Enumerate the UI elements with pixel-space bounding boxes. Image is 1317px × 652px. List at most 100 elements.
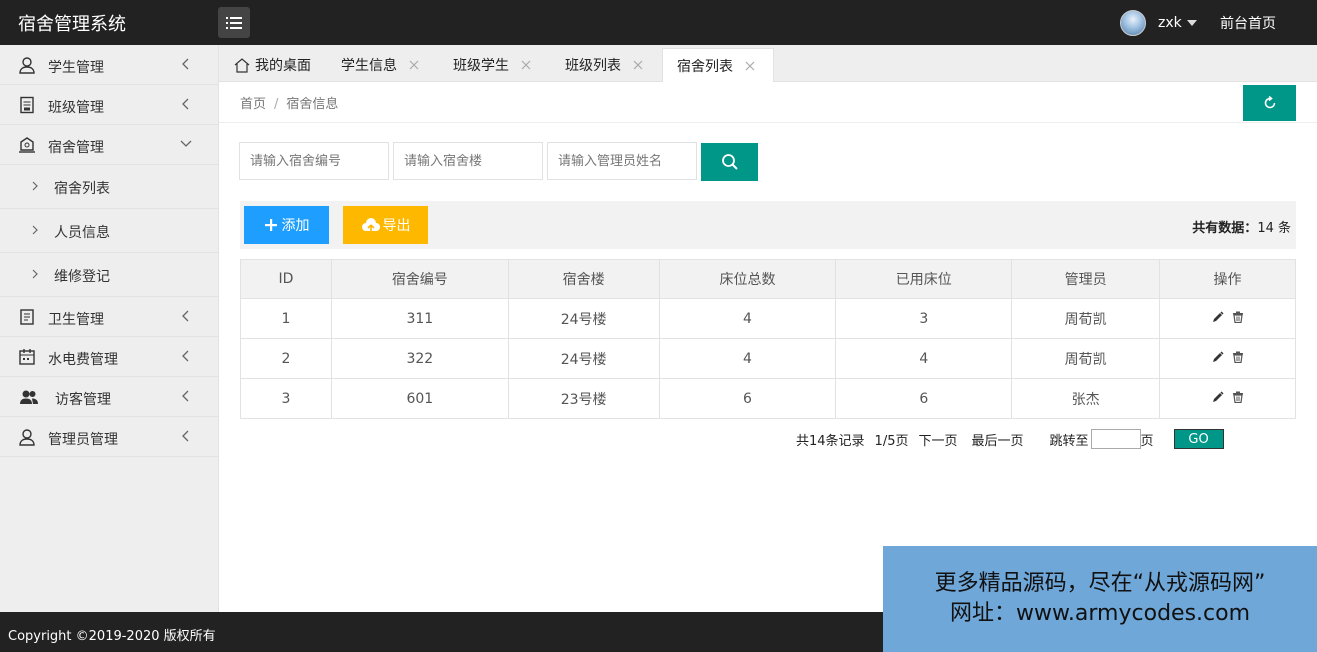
sidebar-item-visitor[interactable]: 访客管理 (0, 377, 218, 417)
tab-class-list[interactable]: 班级列表 (565, 48, 643, 82)
sidebar-item-admin[interactable]: 管理员管理 (0, 417, 218, 457)
top-header: 宿舍管理系统 zxk 前台首页 (0, 0, 1317, 45)
username: zxk (1158, 15, 1182, 31)
pager-page-info: 1/5页 (874, 433, 909, 449)
delete-icon[interactable] (1232, 391, 1244, 403)
chevron-left-icon (182, 430, 189, 442)
refresh-button[interactable] (1243, 85, 1296, 121)
tab-label: 班级学生 (453, 58, 509, 74)
dorm-no-search-input[interactable] (239, 142, 389, 180)
tab-dorm-list[interactable]: 宿舍列表 (662, 48, 774, 82)
dorm-table: ID 宿舍编号 宿舍楼 床位总数 已用床位 管理员 操作 1 311 24号楼 … (240, 259, 1296, 419)
sidebar-subitem-repair[interactable]: 维修登记 (0, 253, 218, 297)
plus-icon (264, 219, 277, 231)
close-icon[interactable] (409, 60, 419, 70)
admin-icon (19, 429, 35, 446)
tab-class-student[interactable]: 班级学生 (453, 48, 531, 82)
edit-icon[interactable] (1212, 390, 1224, 403)
tab-desktop[interactable]: 我的桌面 (234, 48, 311, 82)
column-header: 已用床位 (835, 259, 1013, 299)
dorm-icon (19, 137, 35, 153)
cell-actions (1159, 378, 1296, 419)
pager-next-link[interactable]: 下一页 (918, 430, 957, 449)
edit-icon[interactable] (1212, 350, 1224, 363)
breadcrumb-home[interactable]: 首页 (240, 97, 266, 112)
sidebar: 学生管理 班级管理 宿舍管理 宿舍列表 人员信息 维修登记 卫生管理 水电费管理… (0, 45, 219, 612)
sidebar-subitem-dorm-list[interactable]: 宿舍列表 (0, 165, 218, 209)
pager-records: 共14条记录 (796, 433, 865, 449)
chevron-left-icon (182, 390, 189, 402)
cell-admin: 周荀凯 (1011, 338, 1161, 379)
table-row: 3 601 23号楼 6 6 张杰 (240, 378, 1296, 419)
cell-dorm-no: 322 (330, 338, 509, 379)
close-icon[interactable] (745, 61, 755, 71)
export-button-label: 导出 (382, 218, 411, 234)
tab-label: 宿舍列表 (677, 58, 733, 75)
cell-total-beds: 4 (658, 338, 837, 379)
table-header-row: ID 宿舍编号 宿舍楼 床位总数 已用床位 管理员 操作 (240, 259, 1296, 299)
cell-dorm-no: 311 (330, 298, 509, 339)
sidebar-item-label: 宿舍管理 (48, 140, 104, 156)
caret-down-icon (1186, 20, 1197, 26)
column-header: ID (240, 259, 332, 299)
front-home-link[interactable]: 前台首页 (1220, 13, 1276, 33)
total-label: 共有数据： (1192, 221, 1258, 236)
menu-toggle-button[interactable] (218, 7, 250, 38)
chevron-right-icon (32, 269, 38, 279)
sidebar-item-label: 水电费管理 (48, 352, 118, 368)
building-search-input[interactable] (393, 142, 543, 180)
class-icon (20, 96, 34, 114)
cell-id: 1 (240, 298, 332, 339)
page-jump-input[interactable] (1090, 429, 1141, 449)
search-button[interactable] (701, 143, 758, 181)
sidebar-subitem-label: 人员信息 (54, 225, 110, 241)
cell-actions (1159, 338, 1296, 379)
close-icon[interactable] (633, 60, 643, 70)
watermark-banner: 更多精品源码，尽在“从戎源码网” 网址：www.armycodes.com (883, 546, 1317, 652)
breadcrumb-separator: / (274, 97, 279, 112)
sidebar-subitem-personnel[interactable]: 人员信息 (0, 209, 218, 253)
cell-id: 3 (240, 378, 332, 419)
close-icon[interactable] (521, 60, 531, 70)
cell-total-beds: 6 (658, 378, 837, 419)
pager-page-unit: 页 (1140, 433, 1154, 449)
tab-student-info[interactable]: 学生信息 (341, 48, 419, 82)
pager-last-link[interactable]: 最后一页 (972, 430, 1024, 449)
tab-label: 班级列表 (565, 58, 621, 74)
sidebar-item-label: 学生管理 (48, 60, 104, 76)
sidebar-item-student[interactable]: 学生管理 (0, 45, 218, 85)
cell-building: 24号楼 (507, 338, 660, 379)
sidebar-item-label: 班级管理 (48, 100, 104, 116)
cell-building: 23号楼 (507, 378, 660, 419)
edit-icon[interactable] (1212, 310, 1224, 323)
admin-search-input[interactable] (547, 142, 697, 180)
sidebar-item-hygiene[interactable]: 卫生管理 (0, 297, 218, 337)
column-header: 宿舍楼 (507, 259, 660, 299)
divider (219, 122, 1317, 123)
table-row: 2 322 24号楼 4 4 周荀凯 (240, 338, 1296, 379)
watermark-line-1: 更多精品源码，尽在“从戎源码网” (934, 571, 1266, 596)
breadcrumb: 首页 / 宿舍信息 (240, 93, 338, 112)
column-header: 管理员 (1011, 259, 1161, 299)
delete-icon[interactable] (1232, 311, 1244, 323)
chevron-down-icon (180, 140, 192, 147)
add-button[interactable]: 添加 (244, 206, 329, 244)
table-row: 1 311 24号楼 4 3 周荀凯 (240, 298, 1296, 339)
cell-building: 24号楼 (507, 298, 660, 339)
export-button[interactable]: 导出 (343, 206, 428, 244)
sidebar-item-utility-fee[interactable]: 水电费管理 (0, 337, 218, 377)
sidebar-subitem-label: 宿舍列表 (54, 181, 110, 197)
sidebar-subitem-label: 维修登记 (54, 269, 110, 285)
column-header: 宿舍编号 (330, 259, 509, 299)
sidebar-item-class[interactable]: 班级管理 (0, 85, 218, 125)
menu-list-icon (226, 16, 242, 29)
column-header: 床位总数 (658, 259, 837, 299)
cell-total-beds: 4 (658, 298, 837, 339)
sidebar-item-label: 管理员管理 (48, 432, 118, 448)
go-button[interactable]: GO (1173, 429, 1224, 449)
column-header: 操作 (1159, 259, 1296, 299)
user-menu[interactable]: zxk (1120, 9, 1197, 37)
sidebar-item-dorm[interactable]: 宿舍管理 (0, 125, 218, 165)
watermark-line-2: 网址：www.armycodes.com (949, 601, 1251, 626)
delete-icon[interactable] (1232, 351, 1244, 363)
